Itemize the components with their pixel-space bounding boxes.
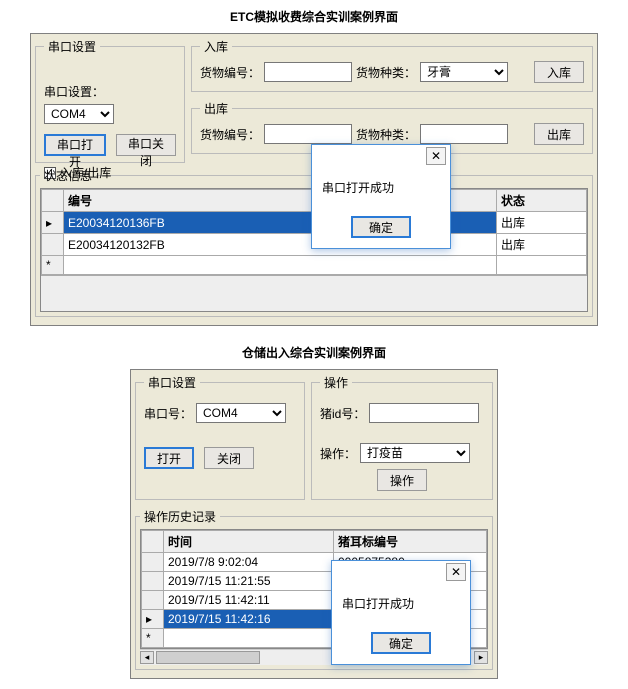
serial-settings-group-2: 串口设置 串口号： COM4 打开 关闭 — [135, 374, 305, 500]
close-icon[interactable]: ✕ — [446, 563, 466, 581]
serial-port-select[interactable]: COM4 — [44, 104, 114, 124]
inbound-legend: 入库 — [200, 38, 232, 55]
cell-state: 出库 — [497, 212, 587, 234]
serial-settings-legend: 串口设置 — [44, 38, 100, 55]
scroll-right-icon[interactable]: ▸ — [474, 651, 488, 664]
row-marker-icon: ▸ — [42, 212, 64, 234]
serial-port-label-2: 串口号： — [144, 405, 192, 422]
cell-time: 2019/7/15 11:42:16 — [164, 610, 334, 629]
row-marker-icon: ▸ — [142, 610, 164, 629]
scroll-left-icon[interactable]: ◂ — [140, 651, 154, 664]
open-button-2[interactable]: 打开 — [144, 447, 194, 469]
cell-state: 出库 — [497, 234, 587, 256]
row-marker-header — [42, 190, 64, 212]
close-icon[interactable]: ✕ — [426, 147, 446, 165]
op-button[interactable]: 操作 — [377, 469, 427, 491]
col-header-state[interactable]: 状态 — [497, 190, 587, 212]
section2-caption: 仓储出入综合实训案例界面 — [0, 336, 628, 369]
row-marker-icon: * — [42, 256, 64, 275]
outbound-button[interactable]: 出库 — [534, 123, 584, 145]
op-select[interactable]: 打疫苗 — [360, 443, 470, 463]
serial-port-label: 串口设置： — [44, 83, 104, 100]
section1-panel: 串口设置 串口设置： COM4 串口打开 串口关闭 ✓ 入库/出库 — [30, 33, 598, 326]
message-dialog-2: ✕ 串口打开成功 确定 — [331, 560, 471, 665]
status-info-legend: 状态信息 — [40, 167, 96, 184]
op-select-label: 操作： — [320, 445, 356, 462]
outbound-goods-id-input[interactable] — [264, 124, 352, 144]
section2-panel: 串口设置 串口号： COM4 打开 关闭 操作 猪id号： 操作： 打疫苗 — [130, 369, 498, 679]
section1-caption: ETC模拟收费综合实训案例界面 — [0, 0, 628, 33]
row-marker-icon: * — [142, 629, 164, 648]
row-marker-header — [142, 531, 164, 553]
pig-id-input[interactable] — [369, 403, 479, 423]
dialog-message-2: 串口打开成功 — [332, 583, 470, 628]
pig-id-label: 猪id号： — [320, 405, 365, 422]
serial-settings-legend-2: 串口设置 — [144, 374, 200, 391]
operation-group: 操作 猪id号： 操作： 打疫苗 操作 — [311, 374, 493, 500]
dialog-message: 串口打开成功 — [312, 167, 450, 212]
row-marker-icon — [42, 234, 64, 256]
table-footer — [41, 275, 587, 311]
outbound-goods-kind-label: 货物种类： — [356, 126, 416, 143]
serial-open-button[interactable]: 串口打开 — [44, 134, 106, 156]
message-dialog: ✕ 串口打开成功 确定 — [311, 144, 451, 249]
serial-settings-group: 串口设置 串口设置： COM4 串口打开 串口关闭 ✓ 入库/出库 — [35, 38, 185, 163]
serial-port-select-2[interactable]: COM4 — [196, 403, 286, 423]
outbound-legend: 出库 — [200, 100, 232, 117]
inbound-button[interactable]: 入库 — [534, 61, 584, 83]
dialog-ok-button-2[interactable]: 确定 — [371, 632, 431, 654]
dialog-ok-button[interactable]: 确定 — [351, 216, 411, 238]
scroll-thumb[interactable] — [156, 651, 260, 664]
history-legend: 操作历史记录 — [140, 508, 220, 525]
cell-id — [64, 256, 497, 275]
inbound-goods-kind-label: 货物种类： — [356, 64, 416, 81]
inbound-goods-id-label: 货物编号： — [200, 64, 260, 81]
operation-legend: 操作 — [320, 374, 352, 391]
col-header-time[interactable]: 时间 — [164, 531, 334, 553]
cell-time: 2019/7/15 11:42:11 — [164, 591, 334, 610]
inbound-goods-id-input[interactable] — [264, 62, 352, 82]
col-header-ear[interactable]: 猪耳标编号 — [334, 531, 487, 553]
table-row[interactable]: * — [42, 256, 587, 275]
inbound-group: 入库 货物编号： 货物种类： 牙膏 入库 — [191, 38, 593, 92]
cell-time: 2019/7/15 11:21:55 — [164, 572, 334, 591]
outbound-goods-id-label: 货物编号： — [200, 126, 260, 143]
inbound-goods-kind-select[interactable]: 牙膏 — [420, 62, 508, 82]
cell-time: 2019/7/8 9:02:04 — [164, 553, 334, 572]
cell-state — [497, 256, 587, 275]
close-button-2[interactable]: 关闭 — [204, 447, 254, 469]
serial-close-button[interactable]: 串口关闭 — [116, 134, 176, 156]
outbound-goods-kind-input[interactable] — [420, 124, 508, 144]
